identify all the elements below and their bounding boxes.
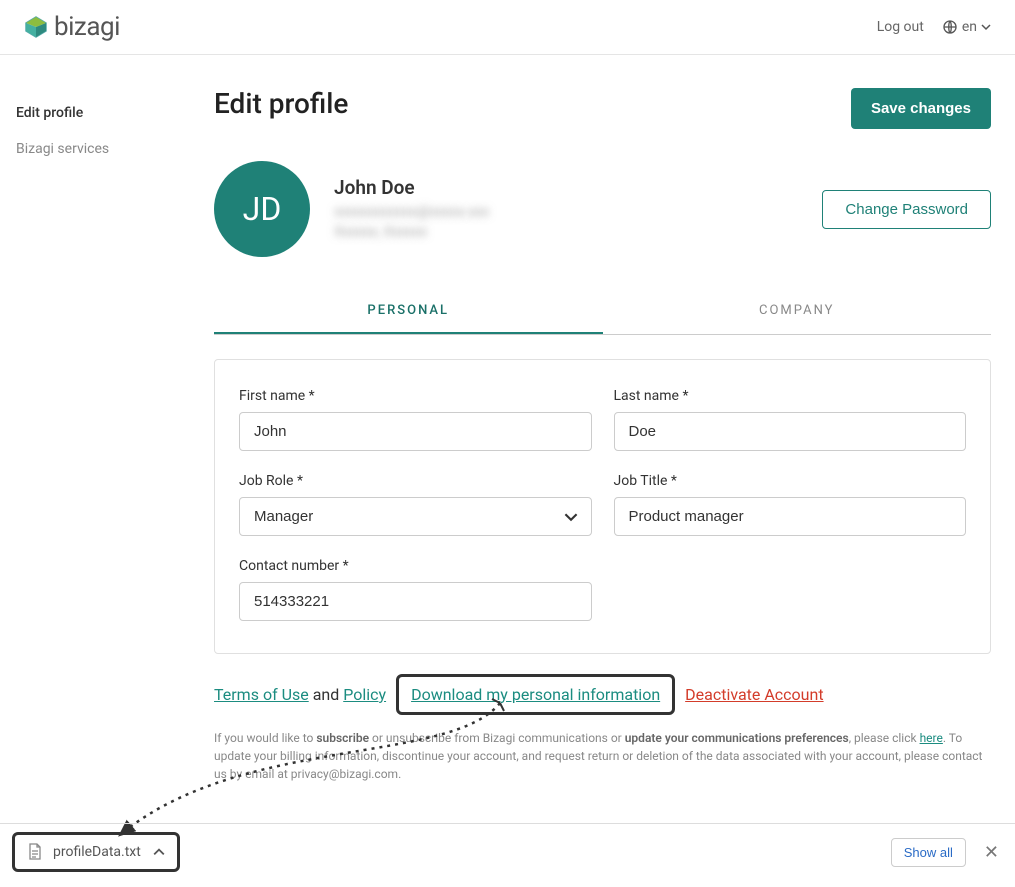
download-info-highlight: Download my personal information <box>396 674 675 715</box>
language-selector[interactable]: en <box>942 19 991 35</box>
links-row: Terms of Use and Policy Download my pers… <box>214 674 991 715</box>
avatar: JD <box>214 161 310 257</box>
profile-email-blurred: xxxxxxxxxxxx@xxxxx.xxx <box>334 203 489 223</box>
form-card: First name * Last name * Job Role * <box>214 359 991 654</box>
profile-name: John Doe <box>334 176 489 199</box>
contact-number-label: Contact number * <box>239 558 592 574</box>
chevron-up-icon <box>153 846 165 858</box>
sidebar: Edit profile Bizagi services <box>0 55 200 813</box>
close-icon[interactable]: ✕ <box>980 842 1003 863</box>
chevron-down-icon <box>981 22 991 32</box>
first-name-input[interactable] <box>239 412 592 451</box>
last-name-input[interactable] <box>614 412 967 451</box>
tabs: PERSONAL COMPANY <box>214 289 991 335</box>
globe-icon <box>942 19 958 35</box>
tab-personal[interactable]: PERSONAL <box>214 289 603 334</box>
download-bar: profileData.txt Show all ✕ <box>0 823 1015 880</box>
last-name-label: Last name * <box>614 388 967 404</box>
job-role-select[interactable] <box>239 497 592 536</box>
deactivate-account-link[interactable]: Deactivate Account <box>685 685 823 704</box>
contact-number-input[interactable] <box>239 582 592 621</box>
job-role-label: Job Role * <box>239 473 592 489</box>
file-icon <box>27 843 43 861</box>
tab-company[interactable]: COMPANY <box>603 289 992 334</box>
profile-location-blurred: Xxxxxx, Xxxxxx <box>334 223 489 243</box>
job-title-input[interactable] <box>614 497 967 536</box>
download-personal-info-link[interactable]: Download my personal information <box>411 685 660 704</box>
language-label: en <box>962 19 977 35</box>
policy-link[interactable]: Policy <box>343 685 386 704</box>
logout-link[interactable]: Log out <box>877 19 924 35</box>
footer-note: If you would like to subscribe or unsubs… <box>214 729 991 783</box>
job-title-label: Job Title * <box>614 473 967 489</box>
change-password-button[interactable]: Change Password <box>822 190 991 229</box>
show-all-button[interactable]: Show all <box>891 838 966 867</box>
first-name-label: First name * <box>239 388 592 404</box>
sidebar-item-bizagi-services[interactable]: Bizagi services <box>16 131 200 167</box>
terms-of-use-link[interactable]: Terms of Use <box>214 685 309 704</box>
sidebar-item-edit-profile[interactable]: Edit profile <box>16 95 200 131</box>
page-title: Edit profile <box>214 87 348 120</box>
logo-text: bizagi <box>54 12 120 42</box>
here-link[interactable]: here <box>920 731 943 745</box>
logo-icon <box>24 15 48 39</box>
logo[interactable]: bizagi <box>24 12 120 42</box>
downloaded-file-name: profileData.txt <box>53 844 141 860</box>
downloaded-file-chip[interactable]: profileData.txt <box>12 832 180 872</box>
save-changes-button[interactable]: Save changes <box>851 88 991 129</box>
